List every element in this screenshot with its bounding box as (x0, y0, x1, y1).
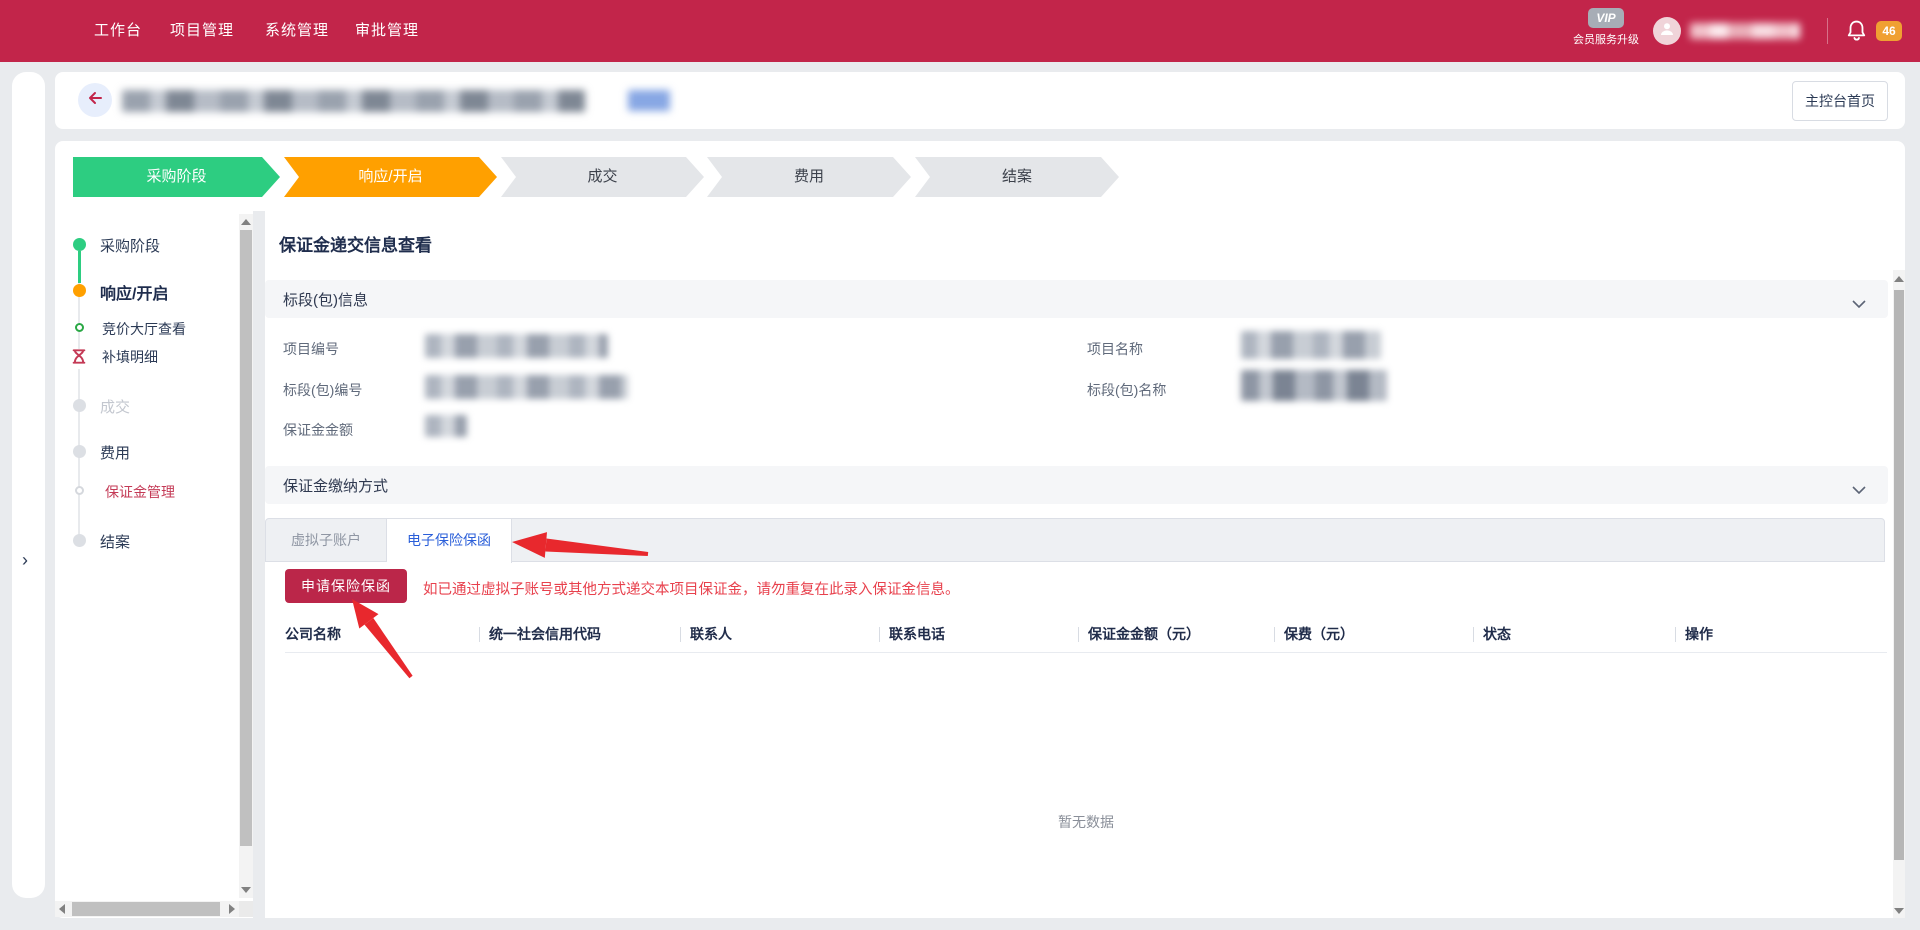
field-value-redacted (1241, 331, 1381, 359)
guarantee-table-header: 公司名称 统一社会信用代码 联系人 联系电话 保证金金额（元） 保费（元） 状态… (285, 616, 1887, 653)
col-company-name: 公司名称 (285, 616, 479, 652)
tab-virtual-sub-account[interactable]: 虚拟子账户 (266, 519, 387, 562)
timeline-line-completed (78, 251, 81, 283)
chevron-down-icon[interactable] (1852, 481, 1866, 499)
back-button[interactable] (78, 83, 112, 117)
field-label-project-name: 项目名称 (1087, 339, 1143, 359)
back-arrow-icon (87, 91, 103, 110)
panel-gap (253, 211, 265, 918)
timeline-dot-upcoming (73, 445, 86, 458)
page: { "navbar": { "menu": [ {"label": "工作台"}… (0, 0, 1920, 930)
username-redacted (1690, 23, 1800, 39)
field-label-package-no: 标段(包)编号 (283, 380, 362, 400)
sidebar-item-procurement-phase[interactable]: 采购阶段 (100, 235, 160, 256)
sidebar-item-fees[interactable]: 费用 (100, 442, 130, 463)
tag-redacted (628, 90, 670, 111)
nav-item-system[interactable]: 系统管理 (265, 0, 329, 62)
sidebar-horizontal-scrollbar[interactable] (55, 901, 239, 917)
apply-insurance-guarantee-button[interactable]: 申请保险保函 (285, 569, 407, 603)
timeline-dot-current (73, 284, 86, 297)
col-premium: 保费（元） (1274, 616, 1473, 652)
col-action: 操作 (1675, 616, 1887, 652)
col-credit-code: 统一社会信用代码 (479, 616, 680, 652)
sidebar-scrollbar-thumb[interactable] (240, 230, 252, 846)
hourglass-icon (72, 349, 86, 369)
sidebar-item-fill-details[interactable]: 补填明细 (102, 347, 158, 367)
collapsed-side-panel: › (12, 72, 45, 898)
sidebar-item-deposit-management[interactable]: 保证金管理 (105, 482, 175, 502)
sidebar-vertical-scrollbar[interactable] (239, 214, 253, 898)
timeline-dot-disabled (73, 399, 86, 412)
scroll-down-arrow[interactable] (241, 887, 251, 893)
timeline-dot-closing (73, 534, 86, 547)
vip-upgrade-label: 会员服务升级 (1568, 31, 1644, 47)
person-icon (1659, 21, 1675, 42)
section-title: 保证金缴纳方式 (283, 475, 388, 496)
nav-item-projects[interactable]: 项目管理 (170, 0, 234, 62)
step-deal: 成交 (501, 157, 704, 197)
field-label-project-no: 项目编号 (283, 339, 339, 359)
col-status: 状态 (1473, 616, 1675, 652)
field-value-redacted (425, 334, 608, 358)
empty-table-placeholder: 暂无数据 (285, 812, 1887, 832)
scroll-down-arrow[interactable] (1894, 908, 1904, 914)
scroll-left-arrow[interactable] (59, 904, 65, 914)
notification-bell-icon[interactable] (1846, 19, 1867, 48)
section-payment-method: 保证金缴纳方式 (265, 466, 1888, 504)
col-contact-person: 联系人 (680, 616, 879, 652)
sidebar-item-bidding-hall-view[interactable]: 竞价大厅查看 (102, 319, 186, 339)
project-title-redacted (122, 90, 585, 112)
sidebar-item-deal[interactable]: 成交 (100, 396, 130, 417)
timeline-ring-done (75, 323, 84, 332)
notification-count-badge[interactable]: 46 (1876, 21, 1902, 41)
scroll-up-arrow[interactable] (1894, 276, 1904, 282)
vip-upgrade[interactable]: VIP 会员服务升级 (1568, 8, 1644, 47)
scroll-right-arrow[interactable] (229, 904, 235, 914)
field-label-deposit-amount: 保证金金额 (283, 420, 353, 440)
field-label-package-name: 标段(包)名称 (1087, 380, 1166, 400)
duplicate-deposit-warning: 如已通过虚拟子账号或其他方式递交本项目保证金，请勿重复在此录入保证金信息。 (423, 578, 960, 599)
vip-icon: VIP (1588, 8, 1624, 28)
step-fees: 费用 (707, 157, 911, 197)
timeline-dot-completed (73, 238, 86, 251)
nav-divider (1827, 18, 1828, 44)
timeline-ring-active (75, 486, 84, 495)
page-title: 保证金递交信息查看 (279, 231, 432, 256)
step-procurement-phase: 采购阶段 (73, 157, 280, 197)
sidebar-item-response-open[interactable]: 响应/开启 (100, 280, 168, 304)
col-contact-phone: 联系电话 (879, 616, 1078, 652)
page-header-card: 主控台首页 (55, 72, 1905, 129)
sidebar-hscrollbar-thumb[interactable] (72, 902, 220, 916)
nav-item-workbench[interactable]: 工作台 (94, 0, 142, 62)
step-response-open: 响应/开启 (284, 157, 497, 197)
nav-item-approval[interactable]: 审批管理 (355, 0, 419, 62)
scrollbar-corner (239, 901, 253, 917)
step-closing: 结案 (915, 157, 1119, 197)
console-home-button[interactable]: 主控台首页 (1792, 81, 1888, 121)
section-package-info: 标段(包)信息 (265, 280, 1888, 318)
field-value-redacted (425, 415, 467, 437)
payment-tabs: 虚拟子账户 电子保险保函 (265, 518, 1885, 562)
expand-panel-icon[interactable]: › (22, 550, 28, 571)
tab-electronic-insurance-guarantee[interactable]: 电子保险保函 (387, 519, 512, 563)
col-deposit-amount: 保证金金额（元） (1078, 616, 1274, 652)
section-title: 标段(包)信息 (283, 289, 368, 310)
content-vertical-scrollbar[interactable] (1893, 270, 1905, 918)
content-scrollbar-thumb[interactable] (1894, 290, 1904, 860)
field-value-redacted (1241, 370, 1387, 401)
field-value-redacted (425, 375, 628, 399)
sidebar-item-closing[interactable]: 结案 (100, 531, 130, 552)
chevron-down-icon[interactable] (1852, 295, 1866, 313)
scroll-up-arrow[interactable] (241, 219, 251, 225)
user-avatar[interactable] (1653, 17, 1681, 45)
top-navbar: 工作台 项目管理 系统管理 审批管理 VIP 会员服务升级 46 (0, 0, 1920, 62)
